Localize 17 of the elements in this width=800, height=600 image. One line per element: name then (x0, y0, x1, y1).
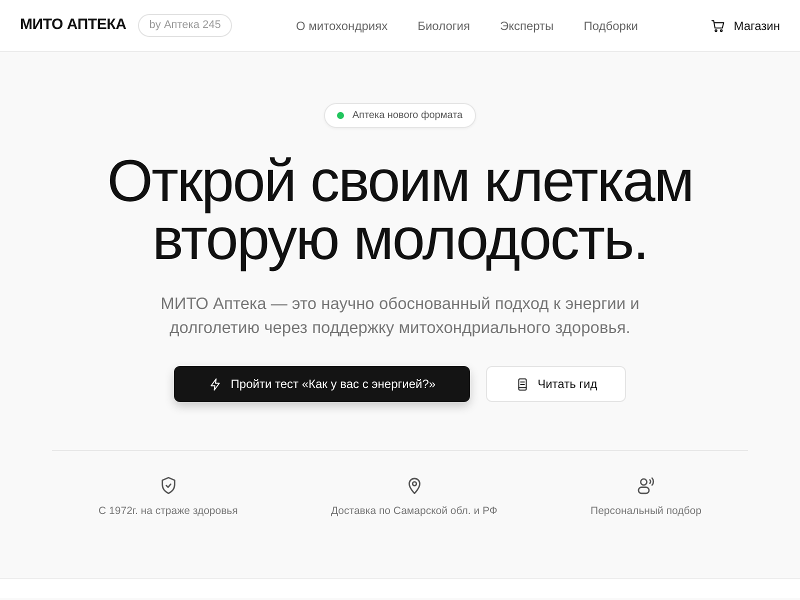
tag-pill: by Аптека 245 (138, 14, 232, 37)
nav-link[interactable]: Эксперты (500, 16, 554, 34)
hero-description: МИТО Аптека — это научно обоснованный подход к энергии и долголетию через поддержку митохондриального здоровья. (160, 294, 640, 339)
feature-text: Персональный подбор (590, 504, 702, 519)
nav-link[interactable]: Биология (418, 16, 470, 34)
logo[interactable]: МИТО АПТЕКА (20, 14, 126, 37)
lightning-icon (208, 376, 223, 392)
nav-link[interactable]: О митохондриях (296, 16, 388, 34)
feature-text: Доставка по Самарской обл. и РФ (330, 504, 498, 519)
cart-icon (710, 18, 726, 34)
status-badge: Аптека нового формата (324, 103, 476, 128)
person-voice-icon (635, 475, 656, 496)
feature-text: С 1972г. на страже здоровья (98, 504, 238, 519)
nav-link[interactable]: Подборки (584, 16, 638, 34)
shop-link[interactable]: Магазин (710, 16, 780, 34)
test-button[interactable]: Пройти тест «Как у вас с энергией?» (174, 366, 470, 402)
guide-button[interactable]: Читать гид (486, 366, 626, 402)
